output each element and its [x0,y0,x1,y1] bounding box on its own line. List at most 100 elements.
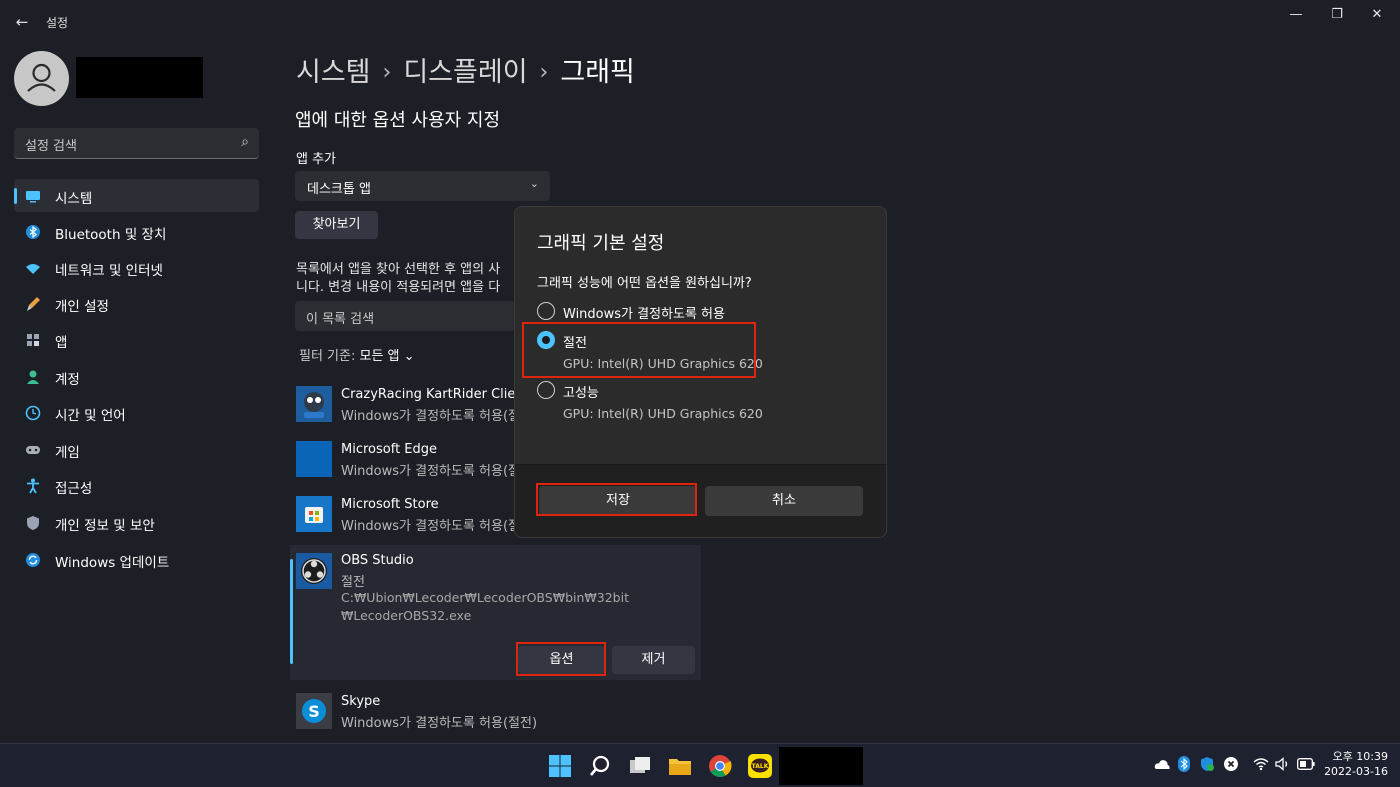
app-type-value: 데스크톱 앱 [307,182,371,197]
sidebar-item-accounts[interactable]: 계정 [14,360,259,393]
remove-button[interactable]: 제거 [612,646,695,674]
selection-indicator [290,559,293,664]
sidebar-item-label: 시간 및 언어 [55,408,126,424]
radio-let-windows-decide[interactable] [537,302,555,320]
close-button[interactable]: ✕ [1357,6,1397,26]
options-button-highlight [516,642,606,676]
list-item[interactable]: CrazyRacing KartRider Client Windows가 결정… [290,380,514,432]
settings-window: ← 설정 — ❐ ✕ 설정 검색 ⌕ 시스템 Bluetooth 및 장치 네트… [0,0,1400,743]
sidebar-item-label: 네트워크 및 인터넷 [55,263,163,279]
onedrive-icon[interactable] [1154,757,1170,771]
list-item[interactable]: Microsoft Store Windows가 결정하도록 허용(절전) [290,490,514,540]
sidebar-item-time-language[interactable]: 시간 및 언어 [14,396,259,429]
app-status: Windows가 결정하도록 허용(절전) [341,409,514,424]
back-button[interactable]: ← [12,12,32,32]
clock-time: 오후 10:39 [1332,750,1388,763]
breadcrumb-separator: › [539,60,549,85]
restore-button[interactable]: ❐ [1317,6,1357,26]
sidebar-item-bluetooth[interactable]: Bluetooth 및 장치 [14,215,259,248]
option-label[interactable]: 고성능 [563,382,599,401]
skype-icon: S [296,693,332,729]
search-icon: ⌕ [241,134,249,150]
save-button-highlight [536,483,697,516]
wifi-icon [26,264,40,274]
monitor-icon [26,191,40,203]
app-status: Windows가 결정하도록 허용(절전) [341,716,538,731]
system-clock[interactable]: 오후 10:39 2022-03-16 [1324,749,1388,779]
minimize-button[interactable]: — [1276,6,1316,26]
breadcrumb-system[interactable]: 시스템 [296,57,371,88]
app-name: OBS Studio [341,553,414,568]
selection-indicator [14,188,17,204]
sidebar-item-network[interactable]: 네트워크 및 인터넷 [14,251,259,284]
sidebar-item-label: Bluetooth 및 장치 [55,227,167,243]
wifi-icon[interactable] [1253,757,1269,771]
section-title: 앱에 대한 옵션 사용자 지정 [295,110,501,131]
description-text: 목록에서 앱을 찾아 선택한 후 앱의 사 니다. 변경 내용이 적용되려면 앱… [296,261,514,297]
security-icon[interactable] [1199,756,1215,772]
kartrider-icon [296,386,332,422]
chevron-down-icon: ⌄ [403,349,415,364]
bluetooth-icon[interactable] [1178,756,1190,772]
breadcrumb-current: 그래픽 [560,57,635,88]
obs-studio-card[interactable]: OBS Studio 절전 C:₩Ubion₩Lecoder₩LecoderOB… [290,545,701,680]
browse-button[interactable]: 찾아보기 [295,211,378,239]
app-name: Microsoft Edge [341,442,438,457]
sidebar-item-label: 개인 설정 [55,299,109,315]
app-title: 설정 [46,16,69,30]
svg-text:S: S [308,702,320,721]
redacted-taskbar-app[interactable] [779,747,863,785]
sidebar-item-windows-update[interactable]: Windows 업데이트 [14,543,259,576]
breadcrumb-display[interactable]: 디스플레이 [403,57,527,88]
radio-high-performance[interactable] [537,381,555,399]
windows-start-icon[interactable] [547,753,573,779]
filter-value: 모든 앱 [359,349,400,364]
sidebar-item-personalization[interactable]: 개인 설정 [14,287,259,320]
brush-icon [27,297,40,311]
clock-date: 2022-03-16 [1324,765,1388,778]
volume-icon[interactable] [1275,757,1291,771]
sidebar-item-label: 시스템 [55,191,93,207]
taskbar: TALK 오후 10:39 2022-03-16 [0,743,1400,787]
list-item[interactable]: S Skype Windows가 결정하도록 허용(절전) [290,687,701,739]
chrome-icon[interactable] [707,753,733,779]
app-status: 절전 [341,575,365,590]
shield-icon [27,516,39,530]
battery-icon[interactable] [1297,758,1315,770]
update-icon [26,553,40,567]
cancel-button[interactable]: 취소 [705,486,863,516]
add-app-label: 앱 추가 [296,152,337,167]
user-icon [27,63,56,92]
sidebar-item-privacy[interactable]: 개인 정보 및 보안 [14,506,259,539]
sidebar-item-gaming[interactable]: 게임 [14,433,259,466]
dialog-question: 그래픽 성능에 어떤 옵션을 원하십니까? [537,276,752,291]
sidebar-item-system[interactable]: 시스템 [14,179,259,212]
file-explorer-icon[interactable] [667,753,693,779]
list-search-input[interactable]: 이 목록 검색 [295,301,515,331]
filter-dropdown[interactable]: 필터 기준: 모든 앱 ⌄ [299,345,415,364]
title-bar: ← 설정 — ❐ ✕ [0,0,1400,42]
kakaotalk-icon[interactable]: TALK [747,753,773,779]
person-icon [27,370,39,384]
app-type-dropdown[interactable]: 데스크톱 앱 ⌄ [295,171,550,201]
settings-search-input[interactable]: 설정 검색 ⌕ [14,128,259,159]
x-app-icon[interactable] [1224,757,1238,771]
sidebar-item-apps[interactable]: 앱 [14,323,259,356]
edge-icon [296,441,332,477]
sidebar-item-accessibility[interactable]: 접근성 [14,469,259,502]
app-path: C:₩Ubion₩Lecoder₩LecoderOBS₩bin₩32bit ₩L… [341,589,629,625]
sidebar-item-label: 접근성 [55,481,93,497]
app-status: Windows가 결정하도록 허용(절전) [341,519,514,534]
accessibility-icon [27,478,39,494]
app-path-line: ₩LecoderOBS32.exe [341,608,472,623]
globe-clock-icon [25,405,41,421]
avatar[interactable] [14,51,69,106]
search-icon[interactable] [587,753,613,779]
option-label[interactable]: Windows가 결정하도록 허용 [563,303,725,322]
chevron-down-icon: ⌄ [529,177,539,190]
list-item[interactable]: Microsoft Edge Windows가 결정하도록 허용(절전) [290,435,514,487]
apps-icon [27,334,39,346]
gpu-label: GPU: Intel(R) UHD Graphics 620 [563,406,763,421]
breadcrumb-separator: › [382,60,392,85]
task-view-icon[interactable] [627,753,653,779]
